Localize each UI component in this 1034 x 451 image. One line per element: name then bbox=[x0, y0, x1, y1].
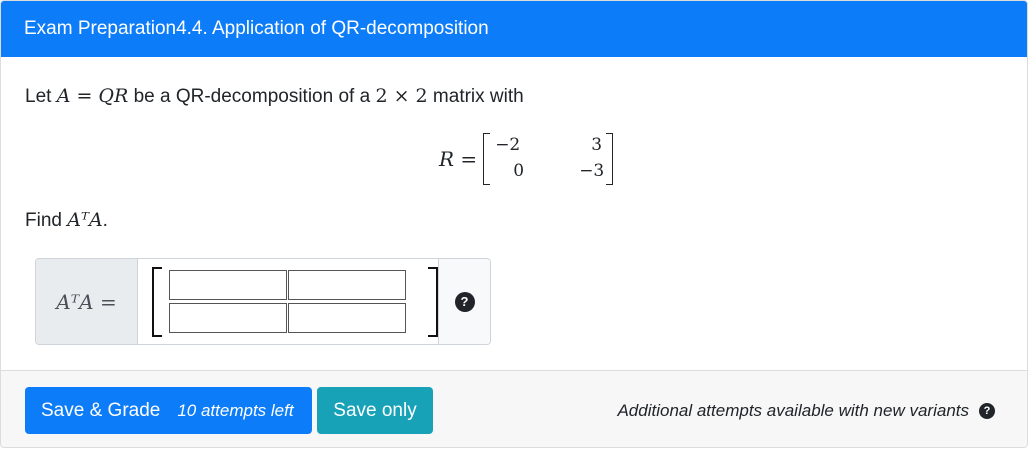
card-footer: Save & Grade 10 attempts left Save only … bbox=[1, 370, 1027, 447]
answer-right-bracket bbox=[428, 267, 438, 337]
question-card: Exam Preparation4.4. Application of QR-d… bbox=[0, 0, 1028, 448]
header-title: Exam Preparation4.4. Application of QR-d… bbox=[24, 18, 489, 39]
prompt-math-size: 2 × 2 bbox=[375, 85, 428, 107]
r-cell-11: −2 bbox=[495, 135, 521, 155]
answer-cell-21[interactable] bbox=[169, 303, 287, 333]
save-only-button[interactable]: Save only bbox=[317, 387, 433, 434]
answer-help[interactable]: ? bbox=[438, 259, 490, 344]
r-left-bracket bbox=[483, 133, 491, 185]
answer-cell-12[interactable] bbox=[288, 270, 406, 300]
answer-label-text: AᵀA = bbox=[56, 289, 117, 314]
r-cell-12: 3 bbox=[591, 135, 603, 155]
save-only-label: Save only bbox=[333, 399, 417, 421]
answer-matrix bbox=[152, 267, 438, 337]
additional-attempts-text: Additional attempts available with new v… bbox=[617, 400, 969, 420]
r-lhs: R = bbox=[439, 147, 478, 171]
prompt-suffix: matrix with bbox=[427, 86, 524, 107]
find-prefix: Find bbox=[25, 210, 68, 231]
additional-attempts-note: Additional attempts available with new v… bbox=[617, 387, 995, 434]
prompt-prefix: Let bbox=[25, 86, 57, 107]
answer-cell-22[interactable] bbox=[288, 303, 406, 333]
answer-cell-11[interactable] bbox=[169, 270, 287, 300]
find-instruction: Find AᵀA. bbox=[25, 209, 108, 232]
find-math: AᵀA bbox=[67, 209, 103, 231]
answer-label: AᵀA = bbox=[36, 259, 138, 344]
r-matrix: −2 3 0 −3 bbox=[483, 131, 614, 187]
r-cell-21: 0 bbox=[513, 161, 525, 181]
question-circle-icon[interactable]: ? bbox=[454, 291, 475, 312]
prompt-math-aqr: A = QR bbox=[56, 85, 129, 107]
find-suffix: . bbox=[102, 210, 108, 231]
save-grade-label: Save & Grade bbox=[41, 399, 161, 421]
answer-input-group: AᵀA = ? bbox=[35, 258, 491, 345]
card-header: Exam Preparation4.4. Application of QR-d… bbox=[1, 1, 1027, 57]
question-prompt: Let A = QR be a QR-decomposition of a 2 … bbox=[25, 85, 524, 108]
answer-left-bracket bbox=[152, 267, 162, 337]
save-grade-button[interactable]: Save & Grade 10 attempts left bbox=[25, 387, 312, 434]
r-matrix-display: R = −2 3 0 −3 bbox=[439, 131, 614, 187]
prompt-mid: be a QR-decomposition of a bbox=[128, 86, 376, 107]
question-circle-icon[interactable]: ? bbox=[979, 402, 995, 419]
attempts-left: 10 attempts left bbox=[177, 400, 294, 420]
r-cell-22: −3 bbox=[579, 161, 605, 181]
r-right-bracket bbox=[606, 133, 614, 185]
